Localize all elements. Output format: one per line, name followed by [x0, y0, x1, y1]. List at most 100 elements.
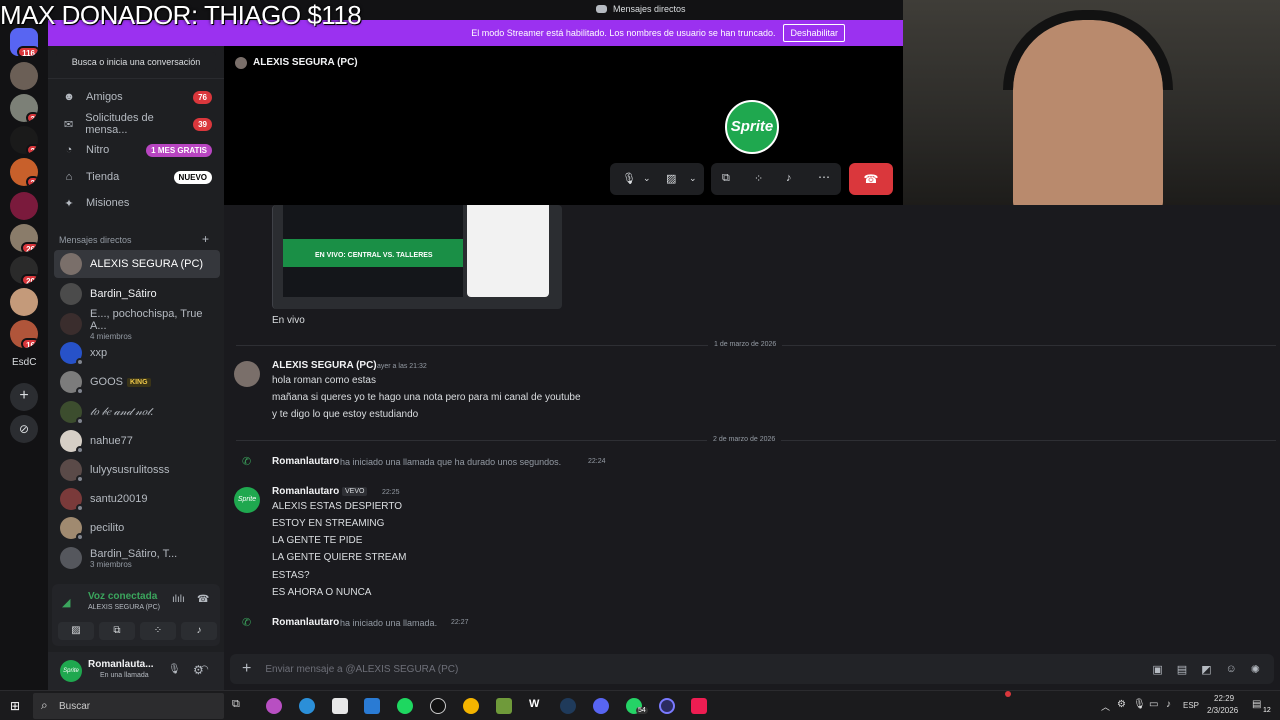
server-icon[interactable] — [10, 288, 38, 316]
mail-app-icon[interactable] — [364, 698, 380, 714]
microphone-icon[interactable]: 🎙 — [168, 664, 181, 675]
steam-icon[interactable] — [560, 698, 576, 714]
server-icon[interactable] — [10, 62, 38, 90]
discord-icon[interactable] — [593, 698, 609, 714]
chevron-down-icon[interactable]: ⌄ — [643, 173, 651, 184]
chevron-up-icon[interactable]: ︿ — [1101, 700, 1110, 713]
attach-plus-icon[interactable]: + — [242, 660, 251, 678]
message-text: ESTOY EN STREAMING — [272, 518, 385, 529]
server-text-icon[interactable]: EsdC — [12, 357, 36, 368]
user-panel: Sprite Romanlauta... En una llamada 🎙 ◠ … — [48, 652, 224, 690]
dm-item[interactable]: ALEXIS SEGURA (PC) — [54, 250, 220, 278]
activities-icon[interactable]: ⁘ — [754, 172, 763, 185]
dm-item[interactable]: GOOS KING — [54, 368, 220, 396]
chrome-icon[interactable] — [463, 698, 479, 714]
nav-message-requests[interactable]: ✉ Solicitudes de mensa... 39 — [54, 111, 218, 137]
user-name[interactable]: Romanlauta... — [88, 659, 154, 670]
soundboard-icon[interactable]: ♪ — [786, 172, 792, 184]
chevron-down-icon[interactable]: ⌄ — [689, 173, 697, 184]
volume-icon[interactable]: ♪ — [1166, 699, 1171, 710]
server-icon[interactable] — [10, 192, 38, 220]
language-indicator[interactable]: ESP — [1183, 701, 1199, 710]
add-server-icon[interactable]: + — [10, 383, 38, 411]
message-author[interactable]: ALEXIS SEGURA (PC) — [272, 360, 377, 371]
avatar — [60, 517, 84, 541]
sticker-icon[interactable]: ◩ — [1201, 663, 1211, 676]
app-icon[interactable]: W — [529, 698, 545, 714]
server-icon[interactable]: 2 — [10, 126, 38, 154]
obs-icon[interactable] — [430, 698, 446, 714]
server-icon[interactable]: 26 — [10, 224, 38, 252]
edge-icon[interactable] — [299, 698, 315, 714]
voice-activity-icon[interactable]: ılılı — [172, 594, 185, 605]
nav-nitro[interactable]: ◔ Nitro 1 MES GRATIS — [54, 137, 218, 163]
sprite-author-avatar[interactable]: Sprite — [234, 487, 260, 513]
microphone-tray-icon[interactable]: 🎙 — [1133, 699, 1146, 710]
system-text: ha iniciado una llamada. — [340, 618, 438, 628]
unread-badge: 26 — [21, 242, 38, 252]
camera-off-icon[interactable]: ▨ — [666, 172, 676, 185]
clock-time[interactable]: 22:29 — [1214, 694, 1234, 703]
spotify-icon[interactable] — [397, 698, 413, 714]
gift-icon[interactable]: ▣ — [1152, 663, 1162, 676]
soundboard-button[interactable]: ♪ — [181, 622, 217, 640]
explore-servers-icon[interactable]: ⊘ — [10, 415, 38, 443]
message-author[interactable]: Romanlautaro — [272, 486, 339, 497]
settings-gear-icon[interactable]: ⚙ — [193, 663, 204, 677]
gif-icon[interactable]: ▤ — [1177, 663, 1187, 676]
network-icon[interactable]: ▭ — [1149, 699, 1158, 710]
system-author[interactable]: Romanlautaro — [272, 617, 339, 628]
tray-icon[interactable]: ⚙ — [1117, 699, 1126, 710]
hang-up-button[interactable]: ☎ — [849, 163, 893, 195]
message-input[interactable]: Enviar mensaje a @ALEXIS SEGURA (PC) — [265, 664, 1152, 675]
dm-item[interactable]: lulyysusrulitosss — [54, 456, 220, 484]
disable-streamer-mode-button[interactable]: Deshabilitar — [783, 24, 845, 42]
server-icon[interactable]: 20 — [10, 256, 38, 284]
taskbar-search-box[interactable]: ⌕ Buscar — [33, 693, 224, 719]
create-dm-button[interactable]: + — [202, 232, 209, 246]
dm-item[interactable]: xxp — [54, 339, 220, 367]
dm-item[interactable]: Bardin_Sátiro — [54, 280, 220, 308]
clock-date[interactable]: 2/3/2026 — [1207, 706, 1238, 715]
dm-name: santu20019 — [90, 493, 148, 505]
disconnect-icon[interactable]: ☎ — [197, 594, 209, 605]
dm-item[interactable]: E..., pochochispa, True A... 4 miembros — [54, 308, 220, 341]
more-options-icon[interactable]: ⋯ — [818, 170, 830, 184]
stream-embed[interactable]: EN VIVO: CENTRAL VS. TALLERES — [272, 205, 562, 309]
nav-badge: 39 — [193, 117, 212, 131]
server-icon[interactable]: 2 — [10, 158, 38, 186]
windows-start-icon[interactable]: ⊞ — [10, 699, 20, 713]
server-icon[interactable]: 3 — [10, 94, 38, 122]
system-author[interactable]: Romanlautaro — [272, 456, 339, 467]
app-icon[interactable] — [659, 698, 675, 714]
notification-center-icon[interactable]: ▤ — [1252, 699, 1261, 710]
nav-friends[interactable]: ☻ Amigos 76 — [54, 84, 218, 110]
microphone-icon[interactable]: 🎙 — [622, 172, 636, 185]
screen-share-button[interactable]: ⧉ — [99, 622, 135, 640]
task-view-icon[interactable]: ⧉ — [232, 698, 248, 714]
dm-item[interactable]: santu20019 — [54, 485, 220, 513]
nav-shop[interactable]: ⌂ Tienda NUEVO — [54, 164, 218, 190]
tiktok-icon[interactable] — [691, 698, 707, 714]
copilot-icon[interactable] — [266, 698, 282, 714]
store-icon[interactable] — [332, 698, 348, 714]
unread-badge: 2 — [25, 176, 38, 186]
app-icon[interactable] — [496, 698, 512, 714]
search-input[interactable]: Busca o inicia una conversación — [56, 52, 216, 72]
user-avatar[interactable]: Sprite — [60, 660, 82, 682]
dm-item[interactable]: Bardin_Sátiro, T... 3 miembros — [54, 544, 220, 572]
nav-quests[interactable]: ✦ Misiones — [54, 190, 218, 216]
apps-icon[interactable]: ✺ — [1251, 663, 1260, 676]
activities-button[interactable]: ⁘ — [140, 622, 176, 640]
dm-item[interactable]: 𝓉𝑜 𝒷𝑒 𝒶𝓃𝒹 𝓃𝑜𝓉. — [54, 398, 220, 426]
call-title: ALEXIS SEGURA (PC) — [253, 57, 358, 68]
dm-item[interactable]: nahue77 — [54, 427, 220, 455]
emoji-icon[interactable]: ☺ — [1226, 663, 1237, 675]
discord-home-button[interactable]: 116 — [10, 28, 38, 56]
server-icon[interactable]: 16 — [10, 320, 38, 348]
status-dot — [76, 387, 84, 395]
screen-share-icon[interactable]: ⧉ — [722, 172, 730, 185]
author-avatar[interactable] — [234, 361, 260, 387]
camera-off-button[interactable]: ▨ — [58, 622, 94, 640]
dm-item[interactable]: pecilito — [54, 514, 220, 542]
